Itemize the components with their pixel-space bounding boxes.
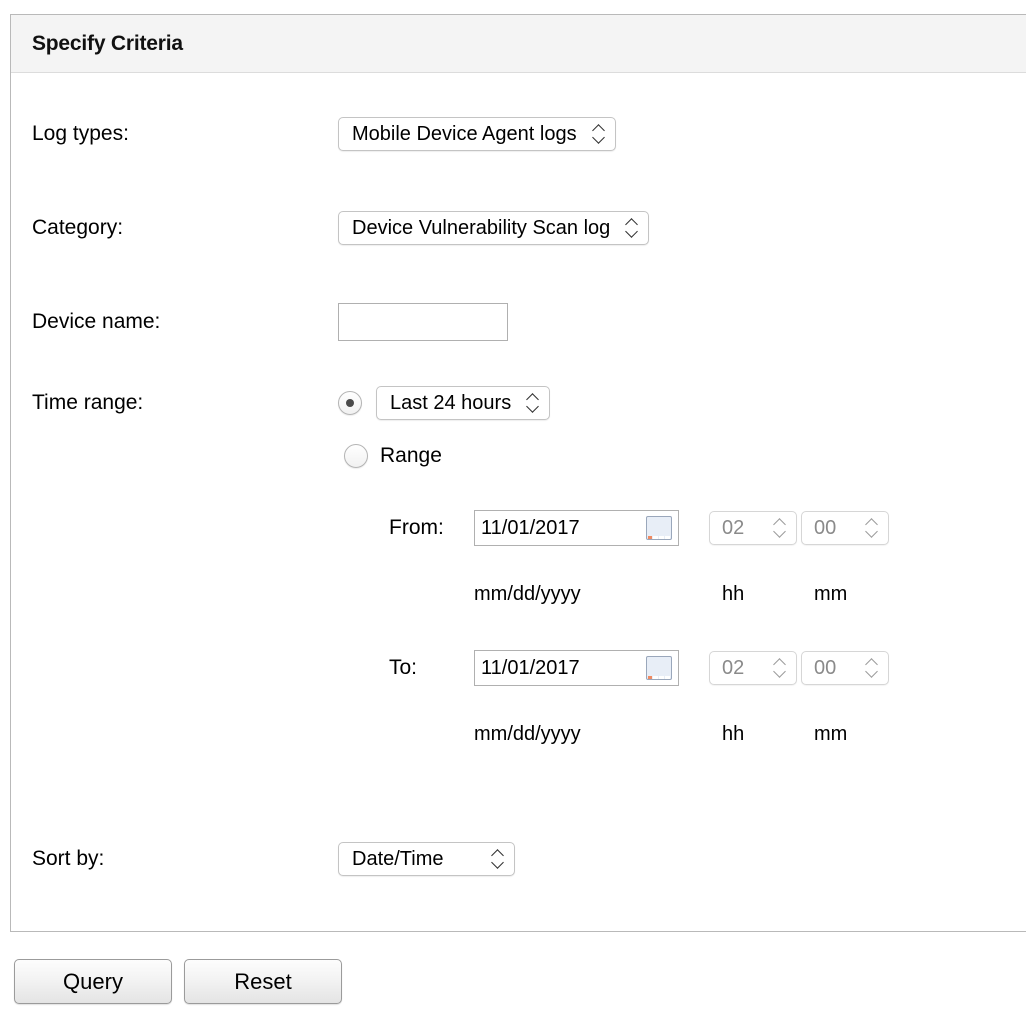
- from-row: From: 02: [389, 510, 889, 546]
- chevron-up-down-icon: [492, 848, 506, 870]
- from-hints: mm/dd/yyyy hh mm: [474, 583, 847, 606]
- time-range-label: Time range:: [32, 391, 338, 415]
- chevron-up-down-icon: [626, 217, 640, 239]
- category-label: Category:: [32, 216, 338, 240]
- from-minute-stepper[interactable]: 00: [801, 511, 889, 545]
- from-date-format-hint: mm/dd/yyyy: [474, 583, 722, 606]
- chevron-up-down-icon: [774, 517, 788, 539]
- to-hour-format-hint: hh: [722, 723, 814, 746]
- to-row: To: 02: [389, 650, 889, 686]
- time-range-preset-radio[interactable]: [338, 391, 362, 415]
- chevron-up-down-icon: [866, 657, 880, 679]
- from-date-input[interactable]: [475, 511, 639, 545]
- log-types-select-value: Mobile Device Agent logs: [352, 123, 593, 146]
- sort-by-label: Sort by:: [32, 847, 338, 871]
- time-range-range-radio[interactable]: [344, 444, 368, 468]
- to-hour-value: 02: [722, 657, 744, 680]
- from-date-field[interactable]: [474, 510, 679, 546]
- device-name-label: Device name:: [32, 310, 338, 334]
- to-minute-format-hint: mm: [814, 723, 847, 746]
- category-select-value: Device Vulnerability Scan log: [352, 217, 626, 240]
- calendar-icon: [646, 516, 672, 540]
- from-hour-format-hint: hh: [722, 583, 814, 606]
- to-date-field[interactable]: [474, 650, 679, 686]
- device-name-row: Device name:: [32, 303, 992, 341]
- category-row: Category: Device Vulnerability Scan log: [32, 211, 992, 245]
- category-select[interactable]: Device Vulnerability Scan log: [338, 211, 649, 245]
- page-title: Specify Criteria: [32, 32, 183, 56]
- from-hour-value: 02: [722, 517, 744, 540]
- from-hour-stepper[interactable]: 02: [709, 511, 797, 545]
- time-range-preset-value: Last 24 hours: [390, 392, 527, 415]
- time-range-range-row: Range: [344, 444, 442, 468]
- sort-by-select[interactable]: Date/Time: [338, 842, 515, 876]
- from-label: From:: [389, 516, 474, 540]
- to-date-format-hint: mm/dd/yyyy: [474, 723, 722, 746]
- form-actions: Query Reset: [14, 959, 342, 1004]
- device-name-input[interactable]: [338, 303, 508, 341]
- chevron-up-down-icon: [593, 123, 607, 145]
- log-types-label: Log types:: [32, 122, 338, 146]
- panel-header: Specify Criteria: [11, 15, 1026, 73]
- sort-by-select-value: Date/Time: [352, 848, 492, 871]
- sort-by-row: Sort by: Date/Time: [32, 842, 992, 876]
- chevron-up-down-icon: [866, 517, 880, 539]
- to-minute-stepper[interactable]: 00: [801, 651, 889, 685]
- to-minute-value: 00: [814, 657, 836, 680]
- calendar-icon: [646, 656, 672, 680]
- to-hints: mm/dd/yyyy hh mm: [474, 723, 847, 746]
- chevron-up-down-icon: [774, 657, 788, 679]
- query-button[interactable]: Query: [14, 959, 172, 1004]
- to-hour-stepper[interactable]: 02: [709, 651, 797, 685]
- log-types-row: Log types: Mobile Device Agent logs: [32, 117, 992, 151]
- from-calendar-button[interactable]: [639, 511, 678, 545]
- reset-button[interactable]: Reset: [184, 959, 342, 1004]
- from-minute-format-hint: mm: [814, 583, 847, 606]
- log-types-select[interactable]: Mobile Device Agent logs: [338, 117, 616, 151]
- from-minute-value: 00: [814, 517, 836, 540]
- time-range-preset-select[interactable]: Last 24 hours: [376, 386, 550, 420]
- specify-criteria-panel: Specify Criteria Log types: Mobile Devic…: [10, 14, 1026, 932]
- to-label: To:: [389, 656, 474, 680]
- to-date-input[interactable]: [475, 651, 639, 685]
- time-range-row: Time range: Last 24 hours: [32, 386, 992, 420]
- panel-body: Log types: Mobile Device Agent logs Cate…: [11, 73, 1026, 931]
- time-range-range-label: Range: [380, 444, 442, 468]
- to-calendar-button[interactable]: [639, 651, 678, 685]
- chevron-up-down-icon: [527, 392, 541, 414]
